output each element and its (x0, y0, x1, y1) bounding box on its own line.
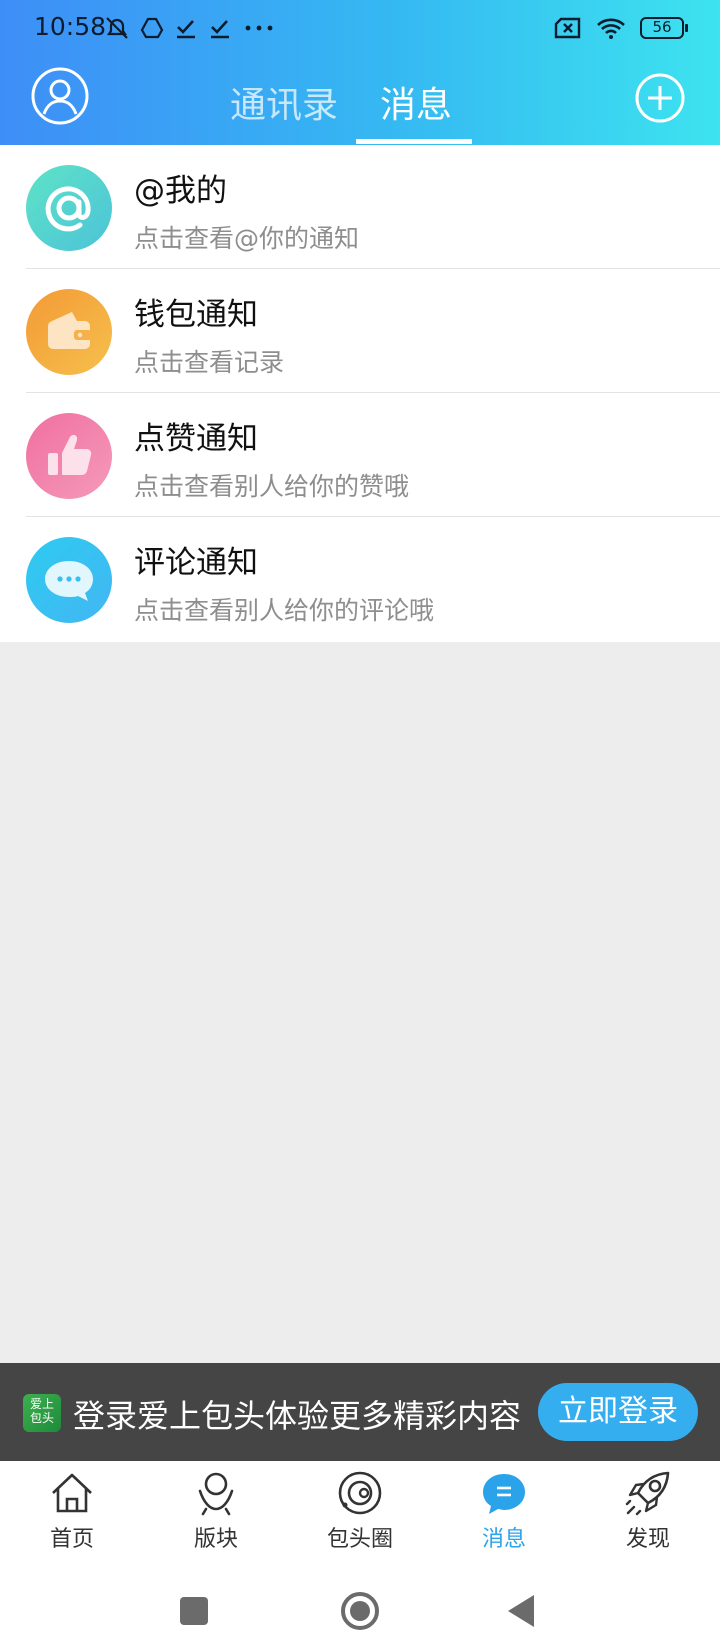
notification-subtitle: 点击查看记录 (134, 348, 285, 377)
nav-label: 包头圈 (326, 1527, 393, 1552)
comment-icon (26, 537, 112, 623)
nav-sections[interactable]: 版块 (144, 1461, 288, 1565)
wallet-icon (26, 289, 112, 375)
nav-label: 发现 (625, 1527, 670, 1552)
status-bar: 10:58 56 (0, 0, 720, 56)
list-item-at-me[interactable]: @我的 点击查看@你的通知 (0, 145, 720, 269)
notification-title: 点赞通知 (134, 421, 258, 457)
notification-list: @我的 点击查看@你的通知 钱包通知 点击查看记录 点赞通知 点击查看别人给你的… (0, 145, 720, 642)
thumbs-up-icon (26, 413, 112, 499)
app-header: 10:58 56 通讯录 消息 (0, 0, 720, 145)
back-button[interactable] (506, 1593, 536, 1629)
mute-icon (106, 17, 128, 39)
notification-subtitle: 点击查看别人给你的赞哦 (134, 472, 410, 501)
login-now-button[interactable]: 立即登录 (538, 1383, 698, 1441)
recents-button[interactable] (180, 1597, 208, 1625)
battery-level: 56 (652, 18, 672, 36)
nav-label: 消息 (481, 1527, 526, 1552)
more-icon (245, 25, 273, 31)
list-item-wallet[interactable]: 钱包通知 点击查看记录 (0, 269, 720, 393)
status-time: 10:58 (34, 12, 107, 41)
home-button[interactable] (340, 1591, 380, 1631)
nav-home[interactable]: 首页 (0, 1461, 144, 1565)
battery-icon: 56 (640, 17, 688, 39)
home-icon (52, 1473, 92, 1513)
list-item-comments[interactable]: 评论通知 点击查看别人给你的评论哦 (0, 517, 720, 641)
notification-subtitle: 点击查看别人给你的评论哦 (134, 596, 435, 625)
notification-subtitle: 点击查看@你的通知 (134, 224, 360, 253)
download-done-icon (177, 20, 195, 39)
download-done-icon (211, 20, 229, 39)
message-icon (483, 1474, 525, 1514)
add-icon[interactable] (634, 72, 686, 124)
nav-baotou-circle[interactable]: 包头圈 (288, 1461, 432, 1565)
app-logo: 爱上包头 (23, 1394, 61, 1432)
section-icon (198, 1472, 234, 1516)
system-nav-bar (0, 1565, 720, 1650)
notification-title: @我的 (134, 173, 227, 209)
bottom-nav: 首页 版块 包头圈 消息 发现 (0, 1461, 720, 1565)
nav-label: 版块 (193, 1527, 238, 1552)
notification-title: 钱包通知 (134, 297, 258, 333)
active-tab-indicator (356, 139, 472, 144)
nav-messages[interactable]: 消息 (432, 1461, 576, 1565)
no-sim-icon (554, 17, 581, 39)
app-logo-text: 爱上包头 (29, 1397, 54, 1425)
drive-icon (140, 17, 164, 39)
at-icon (26, 165, 112, 251)
user-avatar-icon[interactable] (30, 66, 90, 126)
battery-tip (685, 24, 688, 32)
list-item-likes[interactable]: 点赞通知 点击查看别人给你的赞哦 (0, 393, 720, 517)
status-system-icons: 56 (554, 14, 688, 42)
nav-label: 首页 (49, 1527, 94, 1552)
notification-title: 评论通知 (134, 545, 258, 581)
wifi-icon (597, 18, 625, 39)
status-notification-icons (104, 14, 276, 42)
rocket-icon (625, 1471, 670, 1516)
tab-messages[interactable]: 消息 (380, 76, 452, 128)
login-banner-text: 登录爱上包头体验更多精彩内容 (73, 1397, 522, 1435)
login-banner: 爱上包头 登录爱上包头体验更多精彩内容 立即登录 (0, 1363, 720, 1461)
tab-contacts[interactable]: 通讯录 (230, 76, 338, 128)
circle-icon (338, 1471, 382, 1515)
nav-discover[interactable]: 发现 (576, 1461, 720, 1565)
